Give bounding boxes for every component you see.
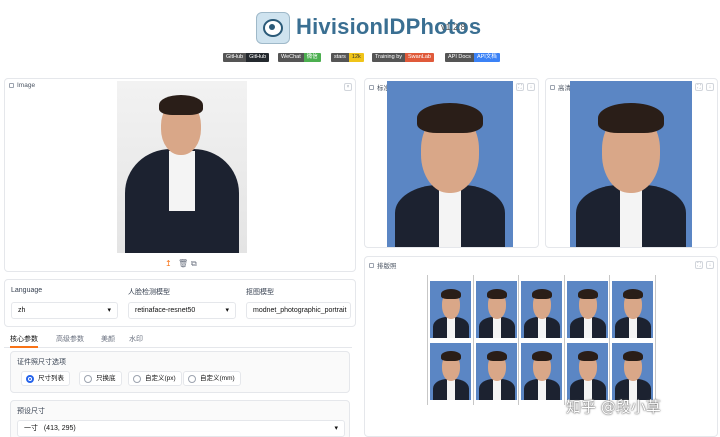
cut-guide-line: [473, 275, 474, 405]
tab-beauty[interactable]: 美颜: [101, 334, 115, 344]
standard-photo-panel: 标准照 ⛶ ↓: [364, 78, 539, 248]
standard-photo: [387, 81, 513, 247]
radio-selected-icon: [26, 375, 34, 383]
cut-guide-line: [427, 275, 428, 405]
cut-guide-line: [564, 275, 565, 405]
layout-photo-tile: [612, 343, 653, 400]
layout-photo-tile: [566, 281, 608, 338]
image-icon: [550, 84, 555, 90]
cut-guide-line: [518, 275, 519, 405]
layout-photo-tile: [475, 281, 517, 338]
layout-photo-label: 排版照: [369, 260, 397, 270]
watermark-text: 知乎 @段小草: [566, 398, 661, 416]
chevron-down-icon: ▾: [107, 307, 111, 314]
image-icon: [369, 262, 374, 268]
clear-image-button[interactable]: ×: [344, 83, 352, 91]
badge-row: GitHub GitHub WeChat 微信 stars 12k Training …: [0, 53, 720, 63]
webcam-icon[interactable]: ⧉: [191, 259, 197, 269]
layout-photo-tile: [430, 343, 471, 400]
chevron-down-icon: ▾: [225, 307, 229, 314]
download-icon[interactable]: ↓: [706, 261, 714, 269]
fullscreen-icon[interactable]: ⛶: [695, 261, 703, 269]
hd-photo-panel: 高清照 ⛶ ↓: [545, 78, 718, 248]
language-label: Language: [11, 287, 43, 294]
app-version: v1.2.8: [441, 22, 466, 32]
delete-icon[interactable]: 🗑: [178, 259, 188, 268]
layout-photo-tile: [566, 343, 608, 400]
badge-wechat[interactable]: WeChat 微信: [278, 53, 321, 62]
input-image-label: Image: [9, 82, 35, 89]
radio-custom-mm[interactable]: 自定义(mm): [183, 371, 241, 386]
badge-github[interactable]: GitHub GitHub: [223, 53, 270, 62]
fullscreen-icon[interactable]: ⛶: [695, 83, 703, 91]
layout-photo-tile: [612, 281, 653, 338]
chevron-down-icon: ▾: [334, 425, 338, 432]
radio-icon: [84, 375, 92, 383]
cut-guide-line: [609, 275, 610, 405]
size-options-group: 证件照尺寸选项 尺寸列表 只换底 自定义(px) 自定义(mm): [10, 351, 350, 393]
radio-icon: [133, 375, 141, 383]
radio-icon: [188, 375, 196, 383]
radio-custom-px[interactable]: 自定义(px): [128, 371, 182, 386]
app-header: HivisionIDPhotos v1.2.8 GitHub GitHub WeC…: [0, 0, 720, 72]
hd-photo: [570, 81, 692, 247]
layout-photo-tile: [521, 343, 562, 400]
model-settings-panel: Language zh ▾ 人脸检测模型 retinaface-resnet50 ▾…: [4, 279, 356, 327]
tab-core-params[interactable]: 核心参数: [10, 334, 38, 348]
radio-size-list[interactable]: 尺寸列表: [21, 371, 70, 386]
badge-stars[interactable]: stars 12k: [331, 53, 364, 62]
app-logo: [256, 12, 290, 44]
layout-photo-tile: [521, 281, 562, 338]
layout-photo-grid: [427, 275, 656, 405]
image-icon: [9, 83, 14, 88]
layout-photo-tile: [475, 343, 517, 400]
face-detect-label: 人脸检测模型: [128, 289, 170, 296]
param-tabs: 核心参数 高级参数 美颜 水印: [4, 334, 352, 348]
badge-training[interactable]: Training by SwanLab: [372, 53, 434, 62]
preset-size-dropdown[interactable]: 一寸 (413, 295) ▾: [17, 420, 345, 437]
uploaded-photo: [117, 81, 247, 253]
layout-photo-tile: [430, 281, 471, 338]
tab-watermark[interactable]: 水印: [129, 334, 143, 344]
download-icon[interactable]: ↓: [527, 83, 535, 91]
upload-icon[interactable]: ↥: [165, 259, 172, 268]
badge-api-docs[interactable]: API Docs API文档: [445, 53, 500, 62]
face-detect-dropdown[interactable]: retinaface-resnet50 ▾: [128, 302, 236, 319]
tab-advanced-params[interactable]: 高级参数: [56, 334, 84, 344]
fullscreen-icon[interactable]: ⛶: [516, 83, 524, 91]
preset-size-group: 预设尺寸 一寸 (413, 295) ▾: [10, 400, 350, 437]
cut-guide-line: [655, 275, 656, 405]
size-options-label: 证件照尺寸选项: [17, 359, 66, 366]
language-dropdown[interactable]: zh ▾: [11, 302, 118, 319]
input-image-panel[interactable]: Image × ↥ 🗑 ⧉: [4, 78, 356, 272]
download-icon[interactable]: ↓: [706, 83, 714, 91]
radio-change-bg-only[interactable]: 只换底: [79, 371, 122, 386]
matting-label: 抠图模型: [246, 289, 274, 296]
preset-size-label: 预设尺寸: [17, 408, 45, 415]
matting-dropdown[interactable]: modnet_photographic_portrait: [246, 302, 351, 319]
image-icon: [369, 84, 374, 90]
